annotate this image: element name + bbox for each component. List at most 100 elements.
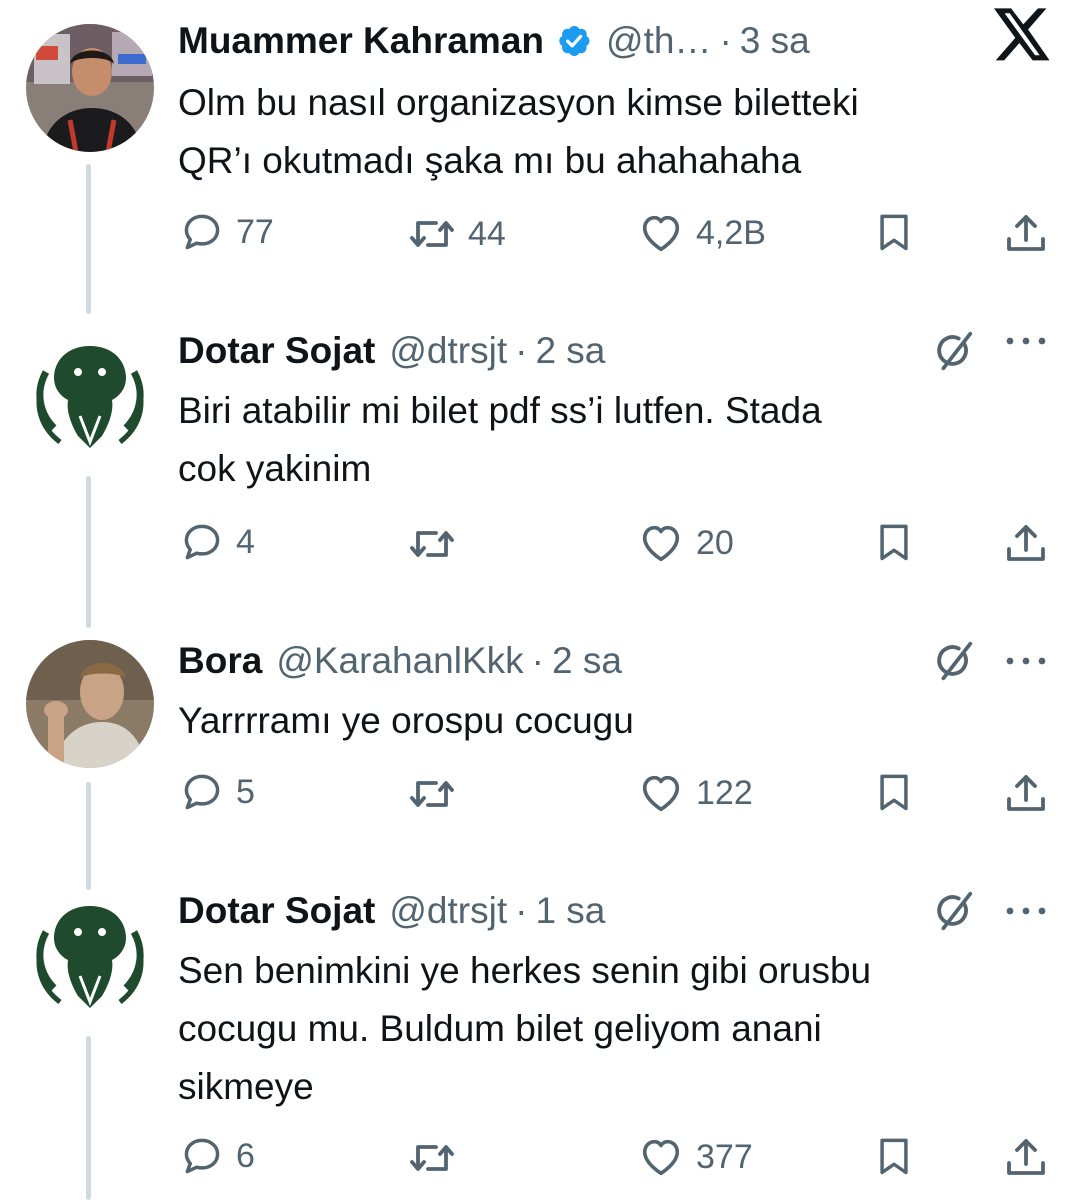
action-bar: 77 44 4,2B (0, 210, 1076, 260)
like-button[interactable]: 122 (638, 770, 753, 816)
timestamp[interactable]: 2 sa (535, 330, 605, 372)
avatar[interactable] (26, 892, 154, 1020)
reply-icon (180, 520, 224, 564)
tweet-text-line: Olm bu nasıl organizasyon kimse bilettek… (178, 82, 859, 123)
like-count: 122 (696, 773, 753, 812)
action-bar: 5 122 (0, 770, 1076, 820)
share-icon (1002, 520, 1050, 568)
user-handle[interactable]: @dtrsjt (389, 330, 507, 372)
share-button[interactable] (1002, 1134, 1050, 1182)
verified-badge-icon (556, 23, 592, 59)
like-button[interactable]: 4,2B (638, 210, 766, 256)
like-button[interactable]: 377 (638, 1134, 753, 1180)
bookmark-icon (872, 1134, 916, 1178)
tweet-text-line: sikmeye (178, 1066, 314, 1107)
like-icon (638, 210, 684, 256)
bookmark-button[interactable] (872, 1134, 916, 1178)
x-logo-icon[interactable] (994, 8, 1052, 67)
tweet-text-line: QR’ı okutmadı şaka mı bu ahahahaha (178, 140, 802, 181)
display-name[interactable]: Dotar Sojat (178, 330, 375, 372)
reply-icon (180, 1134, 224, 1178)
timestamp[interactable]: 2 sa (552, 640, 622, 682)
user-handle[interactable]: @th… (606, 20, 711, 62)
grok-icon (930, 888, 976, 934)
action-bar: 6 377 (0, 1134, 1076, 1184)
reply-count: 5 (236, 772, 255, 811)
separator-dot: · (515, 890, 528, 931)
more-icon (1006, 657, 1046, 665)
reply-icon (180, 210, 224, 254)
reply-button[interactable]: 6 (180, 1134, 255, 1178)
tweet-text: Yarrrramı ye orospu cocugu (178, 692, 634, 750)
bookmark-button[interactable] (872, 770, 916, 814)
timestamp[interactable]: 3 sa (740, 20, 810, 62)
bookmark-button[interactable] (872, 210, 916, 254)
reply-button[interactable]: 4 (180, 520, 255, 564)
share-button[interactable] (1002, 770, 1050, 818)
like-count: 4,2B (696, 213, 766, 252)
reply-button[interactable]: 77 (180, 210, 274, 254)
reply-count: 6 (236, 1136, 255, 1175)
share-button[interactable] (1002, 520, 1050, 568)
more-options-button[interactable] (1004, 334, 1048, 352)
share-icon (1002, 210, 1050, 258)
retweet-button[interactable] (408, 1134, 468, 1182)
more-options-button[interactable] (1004, 904, 1048, 922)
separator-dot: · (515, 330, 528, 371)
grok-icon (930, 328, 976, 374)
grok-button[interactable] (930, 328, 976, 379)
like-icon (638, 1134, 684, 1180)
share-button[interactable] (1002, 210, 1050, 258)
reply-count: 77 (236, 212, 274, 251)
display-name[interactable]: Bora (178, 640, 262, 682)
display-name[interactable]: Dotar Sojat (178, 890, 375, 932)
share-icon (1002, 770, 1050, 818)
grok-button[interactable] (930, 888, 976, 939)
tweet-text: Olm bu nasıl organizasyon kimse bilettek… (178, 74, 859, 190)
retweet-button[interactable] (408, 770, 468, 818)
user-handle[interactable]: @KarahanlKkk (276, 640, 523, 682)
avatar[interactable] (26, 640, 154, 768)
tweet-text-line: cocugu mu. Buldum bilet geliyom anani (178, 1008, 822, 1049)
reply-count: 4 (236, 522, 255, 561)
bookmark-icon (872, 520, 916, 564)
retweet-icon (408, 520, 456, 568)
reply-button[interactable]: 5 (180, 770, 255, 814)
like-button[interactable]: 20 (638, 520, 734, 566)
like-icon (638, 520, 684, 566)
tweet-text-line: Biri atabilir mi bilet pdf ss’i lutfen. … (178, 390, 822, 431)
retweet-button[interactable]: 44 (408, 210, 506, 258)
bookmark-button[interactable] (872, 520, 916, 564)
tweet-text: Sen benimkini ye herkes senin gibi orusb… (178, 942, 871, 1116)
retweet-icon (408, 770, 456, 818)
retweet-button[interactable] (408, 520, 468, 568)
avatar[interactable] (26, 24, 154, 152)
tweet-text-line: Sen benimkini ye herkes senin gibi orusb… (178, 950, 872, 991)
share-icon (1002, 1134, 1050, 1182)
grok-button[interactable] (930, 638, 976, 689)
grok-icon (930, 638, 976, 684)
like-icon (638, 770, 684, 816)
user-handle[interactable]: @dtrsjt (389, 890, 507, 932)
tweet-text: Biri atabilir mi bilet pdf ss’i lutfen. … (178, 382, 822, 498)
more-options-button[interactable] (1004, 654, 1048, 672)
tweet-text-line: cok yakinim (178, 448, 372, 489)
timestamp[interactable]: 1 sa (535, 890, 605, 932)
tweet-header: Bora @KarahanlKkk · 2 sa (178, 638, 622, 684)
action-bar: 4 20 (0, 520, 1076, 570)
retweet-icon (408, 1134, 456, 1182)
avatar[interactable] (26, 332, 154, 460)
like-count: 20 (696, 523, 734, 562)
separator-dot: · (719, 20, 732, 61)
separator-dot: · (531, 640, 544, 681)
tweet-header: Dotar Sojat @dtrsjt · 1 sa (178, 888, 605, 934)
display-name[interactable]: Muammer Kahraman (178, 20, 544, 62)
tweet-header: Dotar Sojat @dtrsjt · 2 sa (178, 328, 605, 374)
reply-icon (180, 770, 224, 814)
more-icon (1006, 337, 1046, 345)
bookmark-icon (872, 210, 916, 254)
retweet-count: 44 (468, 214, 506, 253)
like-count: 377 (696, 1137, 753, 1176)
retweet-icon (408, 210, 456, 258)
more-icon (1006, 907, 1046, 915)
